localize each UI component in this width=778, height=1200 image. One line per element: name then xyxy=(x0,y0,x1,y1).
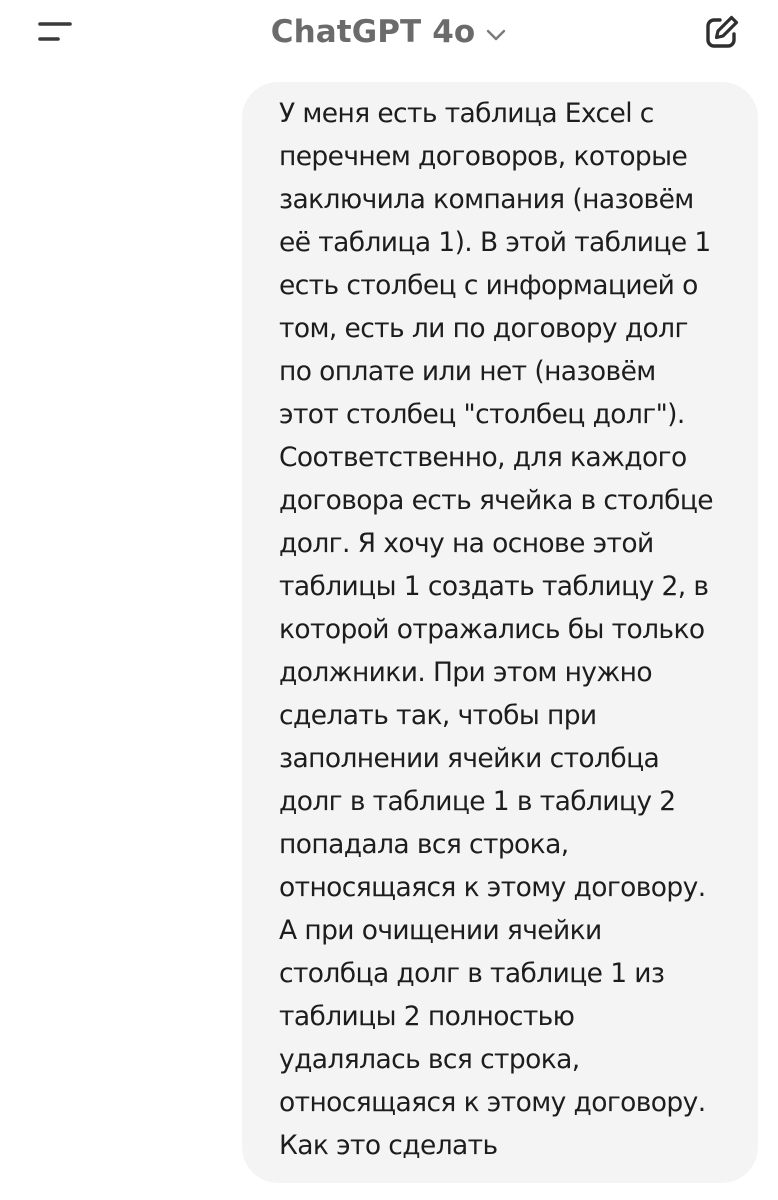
new-chat-button[interactable] xyxy=(694,6,750,58)
user-message-text: У меня есть таблица Excel с перечнем дог… xyxy=(279,98,714,1161)
top-bar: ChatGPT 4o xyxy=(0,0,778,66)
page-title: ChatGPT 4o xyxy=(270,14,476,50)
user-message-bubble: У меня есть таблица Excel с перечнем дог… xyxy=(242,82,758,1183)
model-selector[interactable]: ChatGPT 4o xyxy=(0,6,778,58)
chevron-down-icon xyxy=(485,28,507,42)
edit-icon xyxy=(706,15,739,48)
